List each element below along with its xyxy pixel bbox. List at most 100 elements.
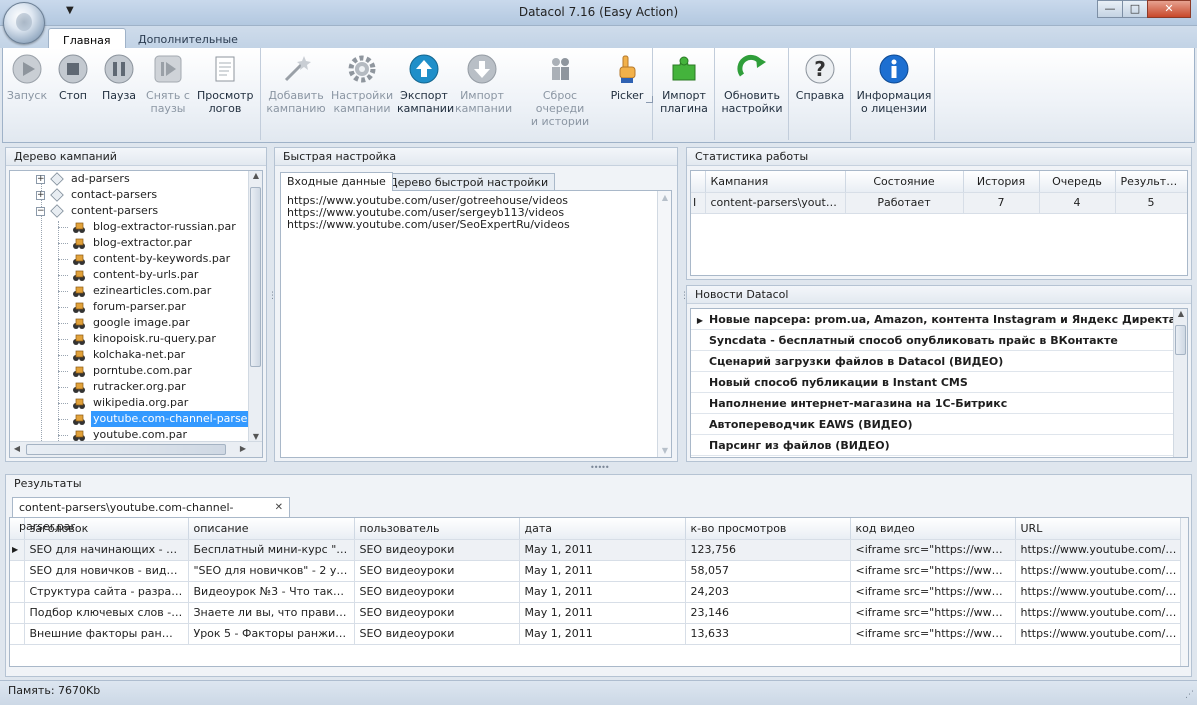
add-campaign-button[interactable]: Добавить кампанию	[265, 50, 327, 115]
scroll-up-arrow-icon[interactable]: ▲	[658, 193, 672, 202]
results-grid[interactable]: заголовокописаниепользовательдатак-во пр…	[9, 517, 1189, 667]
update-settings-button[interactable]: Обновить настройки	[719, 50, 785, 115]
results-cell: SEO видеоуроки	[354, 602, 520, 624]
expand-icon[interactable]: +	[36, 191, 45, 200]
tree-folder-label: ad-parsers	[71, 172, 130, 185]
results-column-header[interactable]: описание	[188, 518, 355, 540]
news-item-label: Парсинг из файлов (ВИДЕО)	[709, 439, 890, 452]
tree-guide-line	[58, 355, 68, 356]
tab-input-data[interactable]: Входные данные	[280, 172, 393, 191]
license-info-button[interactable]: Информация о лицензии	[855, 50, 933, 115]
tree-guide-line	[58, 291, 68, 292]
results-vertical-scrollbar[interactable]	[1180, 518, 1188, 666]
parser-file-icon	[73, 334, 85, 345]
stats-cell-state: Работает	[845, 192, 964, 214]
tree-guide-line	[58, 419, 68, 420]
close-tab-icon[interactable]: ✕	[275, 498, 283, 517]
tree-horizontal-scrollbar[interactable]: ◀ ▶	[10, 441, 262, 457]
tree-item-label: content-by-keywords.par	[93, 252, 231, 265]
news-item[interactable]: Новый способ публикации в Instant CMS	[691, 372, 1175, 393]
tree-item-label: google image.par	[93, 316, 190, 329]
view-logs-button[interactable]: Просмотр логов	[197, 50, 253, 115]
help-button[interactable]: ? Справка	[793, 50, 847, 102]
results-cell: Знаете ли вы, что правильн...	[188, 602, 355, 624]
scroll-up-arrow-icon[interactable]: ▲	[249, 171, 262, 180]
pause-button[interactable]: Пауза	[97, 50, 141, 102]
stats-cell-history: 7	[963, 192, 1040, 214]
stats-header-campaign[interactable]: Кампания	[705, 171, 846, 193]
pause-icon	[104, 54, 134, 84]
input-data-textarea[interactable]: https://www.youtube.com/user/gotreehouse…	[280, 190, 672, 458]
results-column-header[interactable]: к-во просмотров	[685, 518, 851, 540]
import-plugin-button[interactable]: Импорт плагина	[657, 50, 711, 115]
tab-additional[interactable]: Дополнительные	[124, 28, 252, 48]
news-item[interactable]: Парсинг из файлов (ВИДЕО)	[691, 435, 1175, 456]
input-vertical-scrollbar[interactable]: ▲ ▼	[657, 191, 671, 457]
scroll-thumb[interactable]	[1175, 325, 1186, 355]
minimize-button[interactable]: —	[1097, 0, 1123, 18]
results-cell: https://www.youtube.com/wat...	[1015, 623, 1183, 645]
vertical-splitter[interactable]: ⋮	[680, 292, 689, 301]
campaign-tree[interactable]: + ad-parsers + contact-parsers − content…	[9, 170, 263, 458]
news-item[interactable]: Автопереводчик EAWS (ВИДЕО)	[691, 414, 1175, 435]
tab-quick-settings-tree[interactable]: Дерево быстрой настройки	[382, 173, 556, 191]
results-cell: Структура сайта - разработ...	[24, 581, 189, 603]
scroll-thumb[interactable]	[26, 444, 226, 455]
collapse-icon[interactable]: −	[36, 207, 45, 216]
results-row[interactable]: ▶ SEO для начинающих - урок 1 Бесплатный м…	[10, 539, 1183, 561]
scroll-right-arrow-icon[interactable]: ▶	[236, 444, 250, 453]
stats-header-history[interactable]: История	[963, 171, 1040, 193]
resize-grip-icon[interactable]: ⋰	[1185, 685, 1194, 705]
results-row[interactable]: Структура сайта - разработ... Видеоурок №…	[10, 581, 1183, 603]
stop-button[interactable]: Стоп	[53, 50, 93, 102]
results-column-header[interactable]: дата	[519, 518, 686, 540]
news-list[interactable]: ▶ Новые парсера: prom.ua, Amazon, контент…	[690, 308, 1188, 458]
export-campaign-button[interactable]: Экспорт кампании	[397, 50, 454, 115]
group-launcher[interactable]	[646, 96, 653, 103]
campaign-tree-panel: Дерево кампаний + ad-parsers + contact-p…	[5, 147, 267, 462]
results-cell: Урок 5 - Факторы ранжиров...	[188, 623, 355, 645]
results-row[interactable]: Внешние факторы ранжиров...Урок 5 - Факт…	[10, 623, 1183, 645]
tab-main[interactable]: Главная	[48, 28, 126, 48]
picker-button[interactable]: Picker	[607, 50, 653, 103]
tree-folder-label: content-parsers	[71, 204, 159, 217]
application-menu-button[interactable]	[3, 2, 45, 44]
reset-queue-button[interactable]: Сброс очереди и истории	[517, 50, 603, 128]
results-column-header[interactable]: пользователь	[354, 518, 520, 540]
import-campaign-button[interactable]: Импорт кампании	[455, 50, 512, 115]
stats-header-state[interactable]: Состояние	[845, 171, 964, 193]
results-column-header[interactable]: код видео	[850, 518, 1016, 540]
pointing-hand-icon	[619, 55, 636, 83]
results-row[interactable]: SEO для новичков - видеоур... "SEO для но…	[10, 560, 1183, 582]
news-item[interactable]: ▶ Новые парсера: prom.ua, Amazon, контент…	[691, 309, 1175, 330]
scroll-thumb[interactable]	[250, 187, 261, 367]
results-cell: <iframe src="https://www.yo...	[850, 602, 1016, 624]
stats-header-results[interactable]: Результаты	[1115, 171, 1187, 193]
scroll-left-arrow-icon[interactable]: ◀	[10, 444, 24, 453]
vertical-splitter[interactable]: ⋮	[268, 292, 277, 301]
results-document-tab[interactable]: content-parsers\youtube.com-channel-pars…	[12, 497, 290, 533]
start-button[interactable]: Запуск	[5, 50, 49, 102]
news-item[interactable]: Сценарий загрузки файлов в Datacol (ВИДЕ…	[691, 351, 1175, 372]
results-row[interactable]: Подбор ключевых слов - ви... Знаете ли вы…	[10, 602, 1183, 624]
stats-row[interactable]: I content-parsers\youtub... Работает 7 4…	[691, 192, 1187, 214]
scroll-down-arrow-icon[interactable]: ▼	[658, 446, 672, 455]
news-item[interactable]: Наполнение интернет-магазина на 1С-Битри…	[691, 393, 1175, 414]
news-vertical-scrollbar[interactable]: ▲	[1173, 309, 1187, 457]
tree-vertical-scrollbar[interactable]: ▲ ▼	[248, 171, 262, 441]
campaign-settings-button[interactable]: Настройки кампании	[331, 50, 393, 115]
news-item[interactable]: Syncdata - бесплатный способ опубликоват…	[691, 330, 1175, 351]
unpause-button[interactable]: Снять с паузы	[143, 50, 193, 115]
horizontal-splitter[interactable]: •••••	[590, 463, 610, 472]
expand-icon[interactable]: +	[36, 175, 45, 184]
work-stats-grid[interactable]: Кампания Состояние История Очередь Резул…	[690, 170, 1188, 276]
scroll-up-arrow-icon[interactable]: ▲	[1174, 309, 1187, 318]
results-cell: 13,633	[685, 623, 851, 645]
tree-guide-line	[58, 221, 59, 441]
maximize-button[interactable]: □	[1122, 0, 1148, 18]
folder-icon	[50, 204, 64, 218]
close-button[interactable]: ✕	[1147, 0, 1191, 18]
results-column-header[interactable]: URL	[1015, 518, 1183, 540]
scroll-down-arrow-icon[interactable]: ▼	[249, 432, 262, 441]
stats-header-queue[interactable]: Очередь	[1039, 171, 1116, 193]
